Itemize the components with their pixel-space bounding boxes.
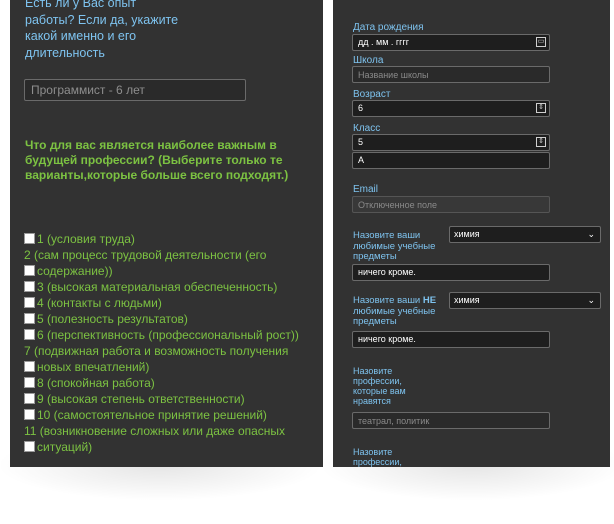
importance-option: 2 (сам процесс трудовой деятельности (ег… xyxy=(24,248,319,262)
option-label: 9 (высокая степень ответственности) xyxy=(37,392,245,406)
option-label: 2 (сам процесс трудовой деятельности (ег… xyxy=(24,248,267,262)
disliked-subjects-selected: химия xyxy=(454,295,480,305)
liked-subjects-selected: химия xyxy=(454,229,480,239)
option-label: содержание)) xyxy=(37,264,113,278)
email-input-disabled xyxy=(352,196,550,213)
option-label: 8 (спокойная работа) xyxy=(37,376,155,390)
importance-option[interactable]: 3 (высокая материальная обеспеченность) xyxy=(24,280,319,294)
disliked-subjects-label: Назовите ваши НЕ любимые учебные предмет… xyxy=(353,295,443,328)
experience-input[interactable] xyxy=(24,79,246,101)
importance-option[interactable]: 1 (условия труда) xyxy=(24,232,319,246)
option-label: 6 (перспективность (профессиональный рос… xyxy=(37,328,299,342)
option-checkbox[interactable] xyxy=(24,313,35,324)
option-checkbox[interactable] xyxy=(24,297,35,308)
class-letter-input[interactable]: А xyxy=(352,152,550,169)
option-checkbox[interactable] xyxy=(24,393,35,404)
disliked-subjects-select[interactable]: химия ⌄ xyxy=(449,292,601,309)
liked-subjects-value: ничего кроме. xyxy=(358,267,416,277)
importance-option: 7 (подвижная работа и возможность получе… xyxy=(24,344,319,358)
importance-option[interactable]: ситуаций) xyxy=(24,440,319,454)
importance-option[interactable]: 5 (полезность результатов) xyxy=(24,312,319,326)
class-label: Класс xyxy=(353,123,381,134)
importance-question: Что для вас является наиболее важным в б… xyxy=(25,138,289,182)
class-number-value: 5 xyxy=(358,137,364,147)
birthdate-input[interactable]: дд . мм . гггг ▭ xyxy=(352,34,550,51)
option-label: 3 (высокая материальная обеспеченность) xyxy=(37,280,278,294)
option-checkbox[interactable] xyxy=(24,281,35,292)
calendar-icon[interactable]: ▭ xyxy=(536,37,546,47)
importance-option[interactable]: содержание)) xyxy=(24,264,319,278)
option-checkbox[interactable] xyxy=(24,265,35,276)
option-checkbox[interactable] xyxy=(24,329,35,340)
professions-label-2: Назовите профессии, xyxy=(353,447,402,467)
school-label: Школа xyxy=(353,55,384,66)
age-value: 6 xyxy=(358,103,364,113)
spinner-icon[interactable]: ⇕ xyxy=(536,103,546,113)
importance-option[interactable]: 9 (высокая степень ответственности) xyxy=(24,392,319,406)
spinner-icon[interactable]: ⇕ xyxy=(536,137,546,147)
experience-question: Есть ли у Вас опыт работы? Если да, укаж… xyxy=(25,0,179,60)
importance-option: 11 (возникновение сложных или даже опасн… xyxy=(24,424,319,438)
option-checkbox[interactable] xyxy=(24,377,35,388)
disliked-subjects-label-suffix: любимые учебные предметы xyxy=(353,305,436,327)
option-checkbox[interactable] xyxy=(24,409,35,420)
age-label: Возраст xyxy=(353,89,391,100)
option-label: 5 (полезность результатов) xyxy=(37,312,188,326)
chevron-down-icon: ⌄ xyxy=(587,295,595,305)
importance-option[interactable]: новых впечатлений) xyxy=(24,360,319,374)
option-checkbox[interactable] xyxy=(24,233,35,244)
right-form-panel: Дата рождения дд . мм . гггг ▭ Школа Воз… xyxy=(333,0,610,467)
option-label: 1 (условия труда) xyxy=(37,232,135,246)
option-label: ситуаций) xyxy=(37,440,93,454)
disliked-subjects-input[interactable]: ничего кроме. xyxy=(352,331,550,348)
class-number-input[interactable]: 5 ⇕ xyxy=(352,134,550,151)
importance-option[interactable]: 6 (перспективность (профессиональный рос… xyxy=(24,328,319,342)
importance-option[interactable]: 4 (контакты с людьми) xyxy=(24,296,319,310)
option-label: новых впечатлений) xyxy=(37,360,150,374)
option-label: 4 (контакты с людьми) xyxy=(37,296,162,310)
liked-subjects-input[interactable]: ничего кроме. xyxy=(352,264,550,281)
chevron-down-icon: ⌄ xyxy=(587,229,595,239)
importance-option[interactable]: 10 (самостоятельное принятие решений) xyxy=(24,408,319,422)
class-letter-value: А xyxy=(358,155,365,165)
option-label: 11 (возникновение сложных или даже опасн… xyxy=(24,424,286,438)
option-label: 7 (подвижная работа и возможность получе… xyxy=(24,344,289,358)
importance-option[interactable]: 8 (спокойная работа) xyxy=(24,376,319,390)
importance-options-list: 1 (условия труда) 2 (сам процесс трудовой… xyxy=(24,232,319,456)
liked-subjects-label: Назовите ваши любимые учебные предметы xyxy=(353,230,436,262)
disliked-subjects-label-prefix: Назовите ваши xyxy=(353,295,423,306)
option-checkbox[interactable] xyxy=(24,361,35,372)
option-checkbox[interactable] xyxy=(24,441,35,452)
disliked-subjects-label-bold: НЕ xyxy=(422,295,437,306)
liked-professions-label: Назовите профессии, которые вам нравятся xyxy=(353,366,406,406)
school-input[interactable] xyxy=(352,66,550,83)
liked-professions-input[interactable] xyxy=(352,412,550,429)
birthdate-value: дд . мм . гггг xyxy=(358,37,410,47)
email-label: Email xyxy=(353,184,379,195)
disliked-subjects-value: ничего кроме. xyxy=(358,334,416,344)
option-label: 10 (самостоятельное принятие решений) xyxy=(37,408,267,422)
liked-subjects-select[interactable]: химия ⌄ xyxy=(449,226,601,243)
age-input[interactable]: 6 ⇕ xyxy=(352,100,550,117)
left-form-panel: Есть ли у Вас опыт работы? Если да, укаж… xyxy=(10,0,323,467)
birthdate-label: Дата рождения xyxy=(353,22,424,33)
